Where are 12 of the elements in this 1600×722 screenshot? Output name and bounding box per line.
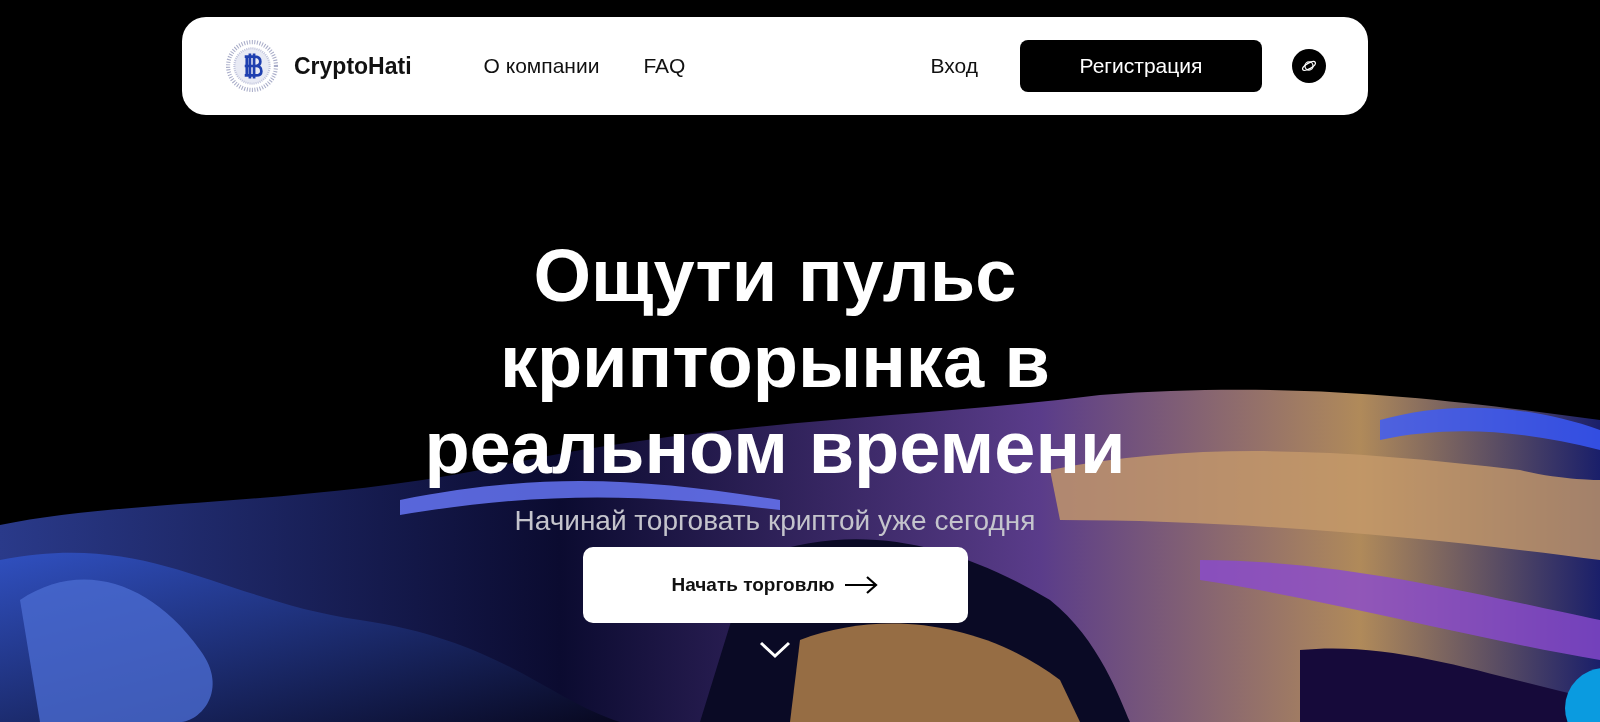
start-trading-button[interactable]: Начать торговлю	[582, 547, 968, 623]
chevron-down-icon[interactable]	[759, 641, 791, 659]
arrow-right-icon	[844, 576, 879, 594]
bitcoin-logo-icon	[226, 40, 278, 92]
hero-subtitle: Начинай торговать криптой уже сегодня	[514, 505, 1036, 537]
login-link[interactable]: Вход	[930, 54, 978, 78]
planet-icon[interactable]	[1292, 49, 1326, 83]
nav-link[interactable]: О компании	[483, 54, 600, 78]
register-button[interactable]: Регистрация	[1020, 40, 1262, 92]
nav-link[interactable]: FAQ	[643, 54, 686, 78]
hero-title: Ощути пульс крипторынка в реальном времени	[424, 233, 1126, 491]
brand-name[interactable]: CryptoHati	[294, 52, 412, 80]
